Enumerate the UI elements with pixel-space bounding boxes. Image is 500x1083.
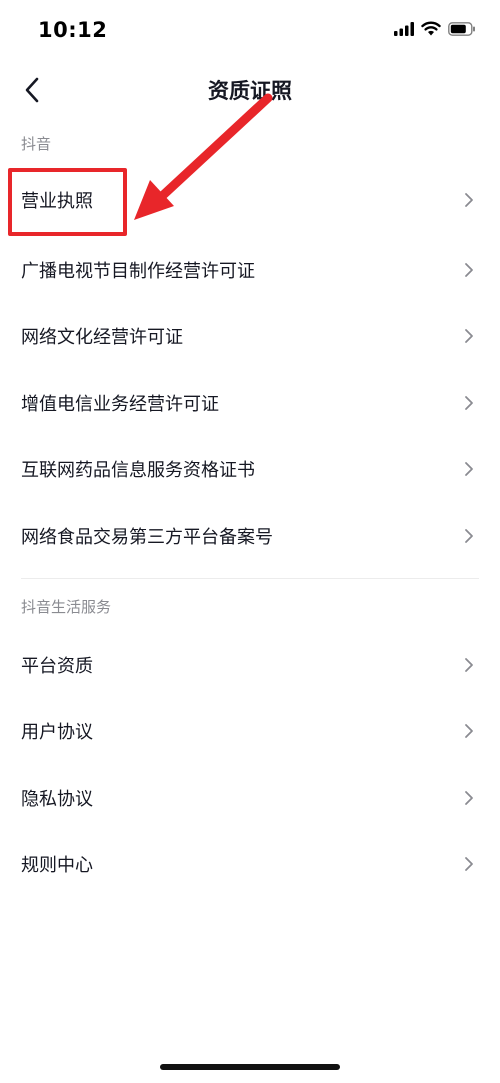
nav-bar: 资质证照 — [0, 62, 500, 118]
wifi-icon — [421, 21, 441, 40]
item-label: 营业执照 — [21, 191, 93, 212]
chevron-right-icon — [465, 462, 473, 476]
status-icons — [394, 21, 476, 40]
section-divider — [21, 578, 479, 579]
section-header-douyin: 抖音 — [21, 135, 52, 153]
item-label: 用户协议 — [21, 722, 93, 743]
item-label: 互联网药品信息服务资格证书 — [21, 460, 255, 481]
status-bar: 10:12 — [0, 0, 500, 62]
chevron-right-icon — [465, 396, 473, 410]
list-item-network-culture-license[interactable]: 网络文化经营许可证 — [0, 303, 500, 369]
battery-icon — [448, 21, 476, 40]
list-item-business-license[interactable]: 营业执照 — [0, 167, 500, 233]
item-label: 网络文化经营许可证 — [21, 327, 183, 348]
signal-icon — [394, 21, 414, 40]
page-title: 资质证照 — [208, 79, 292, 103]
chevron-right-icon — [465, 658, 473, 672]
chevron-right-icon — [465, 263, 473, 277]
list-item-privacy-agreement[interactable]: 隐私协议 — [0, 765, 500, 831]
item-label: 广播电视节目制作经营许可证 — [21, 261, 255, 282]
list-item-user-agreement[interactable]: 用户协议 — [0, 698, 500, 764]
list-item-rules-center[interactable]: 规则中心 — [0, 831, 500, 897]
home-indicator — [160, 1064, 340, 1070]
item-label: 网络食品交易第三方平台备案号 — [21, 527, 273, 548]
list-item-food-platform-filing[interactable]: 网络食品交易第三方平台备案号 — [0, 503, 500, 569]
chevron-right-icon — [465, 857, 473, 871]
list-item-drug-info-certificate[interactable]: 互联网药品信息服务资格证书 — [0, 436, 500, 502]
chevron-right-icon — [465, 529, 473, 543]
chevron-right-icon — [465, 724, 473, 738]
chevron-right-icon — [465, 329, 473, 343]
item-label: 隐私协议 — [21, 789, 93, 810]
list-item-broadcast-license[interactable]: 广播电视节目制作经营许可证 — [0, 237, 500, 303]
list-item-telecom-license[interactable]: 增值电信业务经营许可证 — [0, 370, 500, 436]
item-label: 增值电信业务经营许可证 — [21, 394, 219, 415]
chevron-right-icon — [465, 791, 473, 805]
item-label: 规则中心 — [21, 855, 93, 876]
list-item-platform-qualification[interactable]: 平台资质 — [0, 632, 500, 698]
chevron-right-icon — [465, 193, 473, 207]
item-label: 平台资质 — [21, 656, 93, 677]
status-time: 10:12 — [38, 18, 108, 42]
section-header-life-services: 抖音生活服务 — [21, 598, 112, 616]
